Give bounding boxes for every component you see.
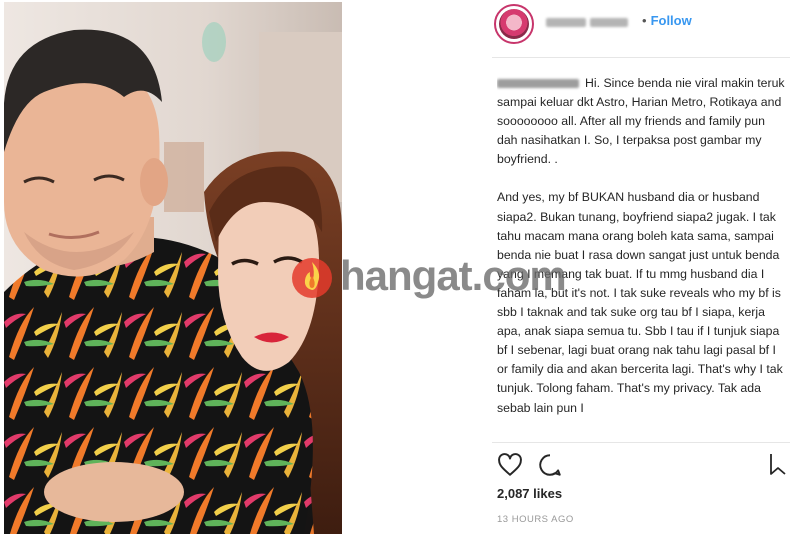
header-divider <box>492 57 790 58</box>
watermark: hangat.com <box>288 248 567 304</box>
username-redacted[interactable] <box>546 15 638 29</box>
flame-icon <box>292 258 332 298</box>
watermark-text: hangat.com <box>340 252 567 299</box>
caption-paragraph: Hi. Since benda nie viral makin teruk sa… <box>497 74 787 169</box>
redacted-text <box>590 17 628 27</box>
follow-button[interactable]: • Follow <box>642 13 692 28</box>
post-header: • Follow <box>492 0 790 50</box>
heart-icon[interactable] <box>497 452 523 478</box>
redacted-username <box>497 79 579 89</box>
post-actions <box>497 452 789 480</box>
avatar[interactable] <box>494 4 534 44</box>
caption-fade <box>492 426 790 446</box>
separator-dot: • <box>642 13 647 28</box>
avatar-image <box>499 9 529 39</box>
comment-icon[interactable] <box>537 452 563 478</box>
post-timestamp[interactable]: 13 HOURS AGO <box>497 514 574 525</box>
redacted-text <box>546 17 586 27</box>
follow-label: Follow <box>650 13 692 28</box>
actions-divider <box>492 442 790 443</box>
bookmark-icon[interactable] <box>767 452 789 478</box>
likes-count[interactable]: 2,087 likes <box>497 486 562 501</box>
caption-text-1: Hi. Since benda nie viral makin teruk sa… <box>497 76 785 167</box>
